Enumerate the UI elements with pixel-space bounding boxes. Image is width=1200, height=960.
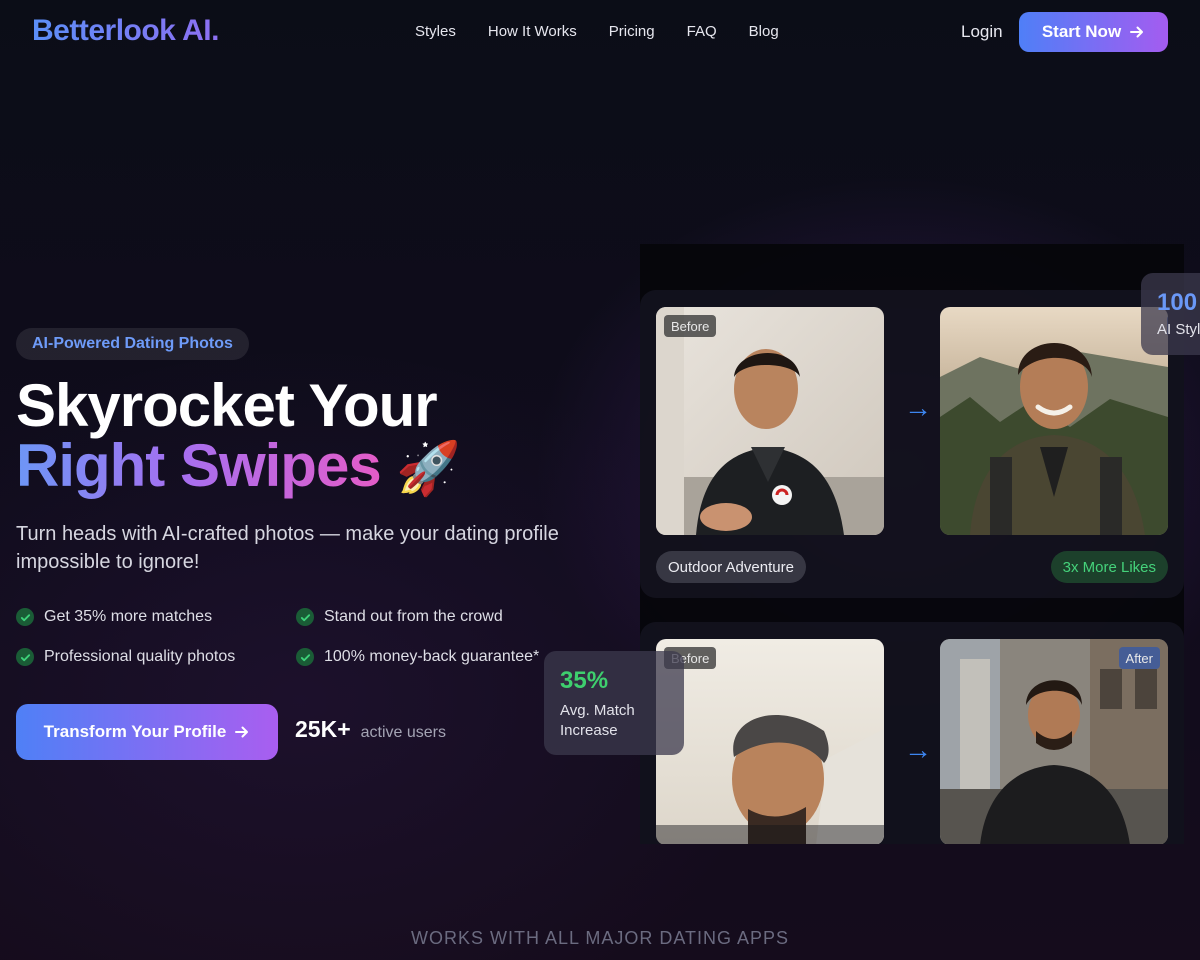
before-tag: Before [664, 315, 717, 337]
works-with-apps-heading: WORKS WITH ALL MAJOR DATING APPS [410, 928, 790, 948]
start-now-label: Start Now [1041, 22, 1122, 41]
style-chip: Outdoor Adventure [656, 551, 806, 583]
active-users: 25K+ active users [295, 716, 446, 743]
match-label-2: Increase [560, 722, 618, 739]
arrow-right-icon: → [904, 734, 932, 765]
before-portrait-image [656, 639, 884, 844]
feature-text: Get 35% more matches [44, 608, 213, 625]
login-link[interactable]: Login [961, 22, 1003, 42]
comparison-card: Before → After [640, 622, 1184, 844]
feature-item: Stand out from the crowd [296, 608, 503, 626]
ai-styles-stat: 100 AI Styl [1141, 273, 1200, 355]
hero-title-highlight: Right Swipes [16, 432, 382, 499]
feature-item: Get 35% more matches [16, 608, 212, 626]
hero-badge: AI-Powered Dating Photos [16, 328, 249, 360]
nav-link-styles[interactable]: Styles [415, 23, 456, 40]
arrow-right-icon: → [904, 392, 932, 423]
before-photo: Before [656, 639, 884, 844]
arrow-right-icon [1130, 26, 1144, 38]
before-after-showcase: Before → After Outdoor Adventure 3 [640, 244, 1184, 844]
after-portrait-image [940, 639, 1168, 844]
feature-text: 100% money-back guarantee* [324, 648, 540, 665]
top-nav: Betterlook AI. Styles How It Works Prici… [0, 0, 1200, 64]
after-photo: After [940, 307, 1168, 535]
arrow-right-icon [235, 726, 249, 738]
before-portrait-image [656, 307, 884, 535]
transform-profile-button[interactable]: Transform Your Profile [16, 704, 278, 760]
nav-link-how-it-works[interactable]: How It Works [488, 23, 577, 40]
match-pct: 35% [560, 667, 609, 694]
hero-title-line2: Right Swipes 🚀 [16, 436, 461, 499]
hero-subtitle: Turn heads with AI-crafted photos — make… [16, 523, 559, 573]
match-label-1: Avg. Match [560, 702, 635, 719]
feature-text: Professional quality photos [44, 648, 236, 665]
feature-item: 100% money-back guarantee* [296, 648, 539, 666]
match-increase-stat: 35% Avg. Match Increase [544, 651, 684, 755]
styles-label: AI Styl [1157, 321, 1200, 338]
rocket-icon: 🚀 [396, 440, 461, 498]
check-icon [16, 648, 34, 666]
hero-title-line1: Skyrocket Your [16, 372, 438, 439]
feature-item: Professional quality photos [16, 648, 235, 666]
nav-links: Styles How It Works Pricing FAQ Blog [415, 23, 779, 40]
nav-link-blog[interactable]: Blog [749, 23, 779, 40]
styles-num: 100 [1157, 289, 1198, 316]
result-chip: 3x More Likes [1050, 551, 1168, 583]
feature-text: Stand out from the crowd [324, 608, 503, 625]
logo[interactable]: Betterlook AI. [32, 14, 219, 48]
comparison-card: Before → After Outdoor Adventure 3 [640, 290, 1184, 598]
nav-link-pricing[interactable]: Pricing [609, 23, 655, 40]
check-icon [16, 608, 34, 626]
transform-profile-label: Transform Your Profile [43, 722, 227, 741]
after-photo: After [940, 639, 1168, 844]
check-icon [296, 608, 314, 626]
start-now-button[interactable]: Start Now [1019, 12, 1168, 52]
users-label: active users [360, 724, 446, 741]
after-portrait-image [940, 307, 1168, 535]
before-photo: Before [656, 307, 884, 535]
nav-link-faq[interactable]: FAQ [687, 23, 717, 40]
check-icon [296, 648, 314, 666]
after-tag: After [1118, 647, 1160, 669]
users-count: 25K+ [295, 716, 351, 742]
